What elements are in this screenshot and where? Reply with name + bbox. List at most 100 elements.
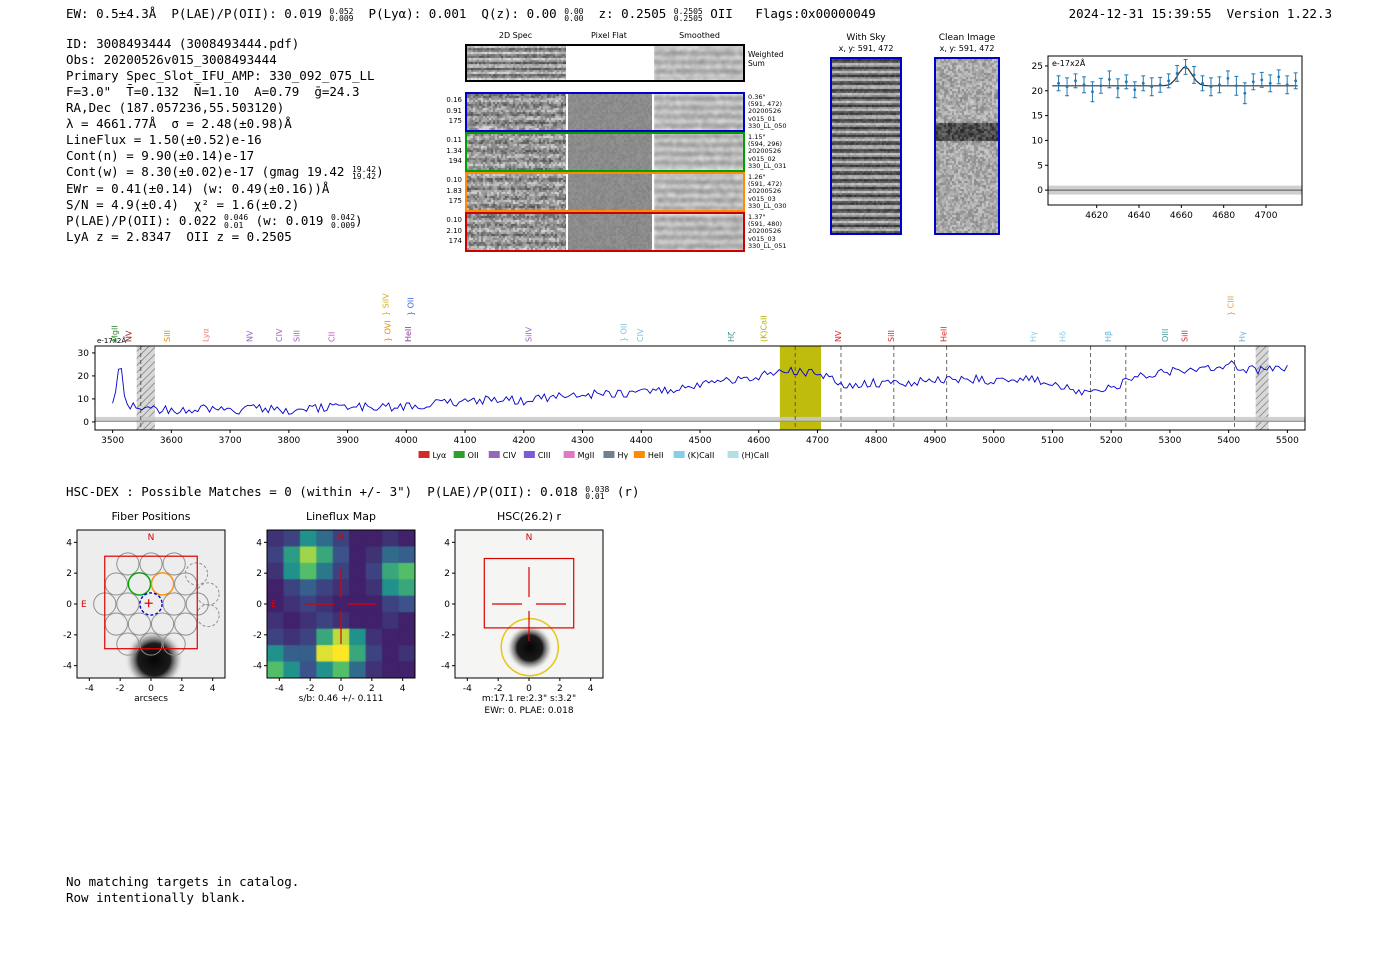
legend-swatch: [453, 451, 465, 458]
line-label: SiII: [1181, 330, 1190, 342]
gmag-uncertainty: 19.42 19.42: [351, 164, 377, 181]
info-radec: RA,Dec (187.057236,55.503120): [66, 100, 285, 115]
svg-text:CIII: CIII: [538, 451, 551, 460]
fiber3-smoothed-image: [654, 174, 743, 210]
detection-info-block: ID: 3008493444 (3008493444.pdf) Obs: 202…: [66, 36, 384, 245]
fiber1-annotation: 0.36" (591, 472) 20200526 v015_01 330_LL_050: [748, 93, 787, 130]
fiber3-2dspec-image: [467, 174, 566, 210]
svg-text:4640: 4640: [1128, 211, 1151, 221]
lineflux-caption: s/b: 0.46 +/- 0.111: [298, 694, 384, 704]
svg-text:4300: 4300: [571, 436, 594, 446]
svg-text:2: 2: [444, 569, 450, 579]
spectrum-line: [112, 360, 1288, 415]
full-spectrum-plot: 3500 3600 3700 3800 3900 4000 4100 4200 4300 4400…: [78, 293, 1306, 460]
svg-text:4200: 4200: [512, 436, 535, 446]
clean-image-title: Clean Image: [938, 33, 996, 43]
legend-swatch: [488, 451, 500, 458]
svg-text:-2: -2: [494, 684, 503, 694]
fiber4-smoothed-image: [654, 214, 743, 250]
fiber1-2dspec-image: [467, 94, 566, 130]
svg-text:-4: -4: [63, 662, 72, 672]
cutout-row-fiber4: [465, 212, 745, 252]
svg-text:E: E: [81, 600, 87, 610]
svg-text:-4: -4: [275, 684, 284, 694]
svg-text:2: 2: [66, 569, 72, 579]
hsc-caption-1: m:17.1 re:2.3" s:3.2": [481, 694, 577, 704]
svg-text:4680: 4680: [1212, 211, 1235, 221]
fiber-positions-title: Fiber Positions: [111, 510, 191, 523]
svg-text:4: 4: [400, 684, 406, 694]
line-label: Hγ: [1238, 331, 1247, 342]
info-plae-poii: P(LAE)/P(OII): 0.022 0.046 0.01 (w: 0.019…: [66, 212, 363, 230]
plae-uncertainty: 0.052 0.009: [329, 6, 354, 23]
fiber4-pixelflat-image: [568, 214, 652, 250]
line-label: } SiIV: [382, 293, 391, 316]
clean-image-coords: x, y: 591, 472: [939, 44, 995, 53]
line-label: NV: [245, 330, 254, 342]
col-title-pixelflat: Pixel Flat: [591, 31, 627, 40]
svg-text:3800: 3800: [277, 436, 300, 446]
svg-text:5300: 5300: [1158, 436, 1181, 446]
line-label: Hζ: [727, 332, 736, 342]
info-obs: Obs: 20200526v015_3008493444: [66, 52, 277, 67]
svg-text:MgII: MgII: [578, 451, 595, 460]
info-lambda-sigma: λ = 4661.77Å σ = 2.48(±0.98)Å: [66, 116, 292, 131]
svg-text:OII: OII: [468, 451, 479, 460]
footer-line1: No matching targets in catalog.: [66, 874, 300, 889]
svg-text:0: 0: [526, 684, 532, 694]
col-title-2dspec: 2D Spec: [498, 31, 533, 40]
line-label: CIV: [636, 328, 645, 342]
svg-text:4000: 4000: [395, 436, 418, 446]
with-sky-panel: [830, 57, 902, 235]
weighted-smoothed-image: [654, 46, 743, 80]
line-label: SiII: [163, 330, 172, 342]
line-label: } OVI: [384, 320, 393, 342]
svg-text:25: 25: [1032, 62, 1043, 72]
info-primary-spec: Primary Spec_Slot_IFU_AMP: 330_092_075_L…: [66, 68, 375, 83]
info-cont-w: Cont(w) = 8.30(±0.02)e-17 (gmag 19.42 19…: [66, 164, 384, 181]
line-label: Lyα: [201, 328, 210, 342]
svg-text:4400: 4400: [630, 436, 653, 446]
info-id: ID: 3008493444 (3008493444.pdf): [66, 36, 300, 51]
plae-uncertainty-2: 0.042 0.009: [330, 213, 356, 230]
svg-text:15: 15: [1032, 112, 1043, 122]
line-label: (K)CaII: [759, 315, 768, 342]
hsc-cutout-panel: N -4 -4 -2 -2 0 0 2 2 4 4: [425, 524, 607, 696]
fiber4-2dspec-image: [467, 214, 566, 250]
legend-swatch: [418, 451, 430, 458]
lineflux-map-panel: N E -4 -4 -2 -2 0 0 2 2 4 4: [237, 524, 419, 696]
weighted-2dspec-image: [467, 46, 566, 80]
svg-text:5: 5: [1037, 161, 1043, 171]
info-ewr: EWr = 0.41(±0.14) (w: 0.49(±0.16))Å: [66, 180, 330, 196]
bright-source-blob: [124, 630, 184, 678]
svg-text:4100: 4100: [454, 436, 477, 446]
with-sky-title: With Sky: [846, 33, 886, 43]
hsc-cutout-title: HSC(26.2) r: [496, 510, 562, 523]
line-label: SiII: [292, 330, 301, 342]
qz-uncertainty: 0.00 0.00: [564, 6, 584, 23]
svg-text:CIV: CIV: [503, 451, 517, 460]
svg-text:(K)CaII: (K)CaII: [688, 451, 715, 460]
svg-text:-4: -4: [85, 684, 94, 694]
fiber-positions-panel: N E -4 -4 -2 -2 0 0 2 2 4 4: [47, 524, 229, 696]
fiber4-metrics: 0.10 2.10 174: [446, 216, 462, 245]
fiber1-pixelflat-image: [568, 94, 652, 130]
info-redshifts: LyA z = 2.8347 OII z = 0.2505: [66, 229, 292, 244]
svg-text:-2: -2: [116, 684, 125, 694]
svg-text:20: 20: [1032, 87, 1044, 97]
line-label: SiII: [887, 330, 896, 342]
svg-text:N: N: [526, 533, 533, 543]
svg-text:-4: -4: [463, 684, 472, 694]
line-label: CIV: [275, 328, 284, 342]
fiber-positions-plot: N E -4 -4 -2 -2 0 0 2 2 4 4: [63, 529, 226, 694]
cutout-row-weighted: [465, 44, 745, 82]
svg-text:30: 30: [78, 349, 90, 359]
fiber-xlabel: arcsecs: [134, 694, 168, 704]
legend-swatch: [563, 451, 575, 458]
lineflux-map-title: Lineflux Map: [305, 510, 377, 523]
svg-text:4600: 4600: [747, 436, 770, 446]
svg-text:4900: 4900: [923, 436, 946, 446]
line-label: Hβ: [1104, 331, 1113, 342]
line-label: Hγ: [1029, 331, 1038, 342]
svg-text:4500: 4500: [689, 436, 712, 446]
